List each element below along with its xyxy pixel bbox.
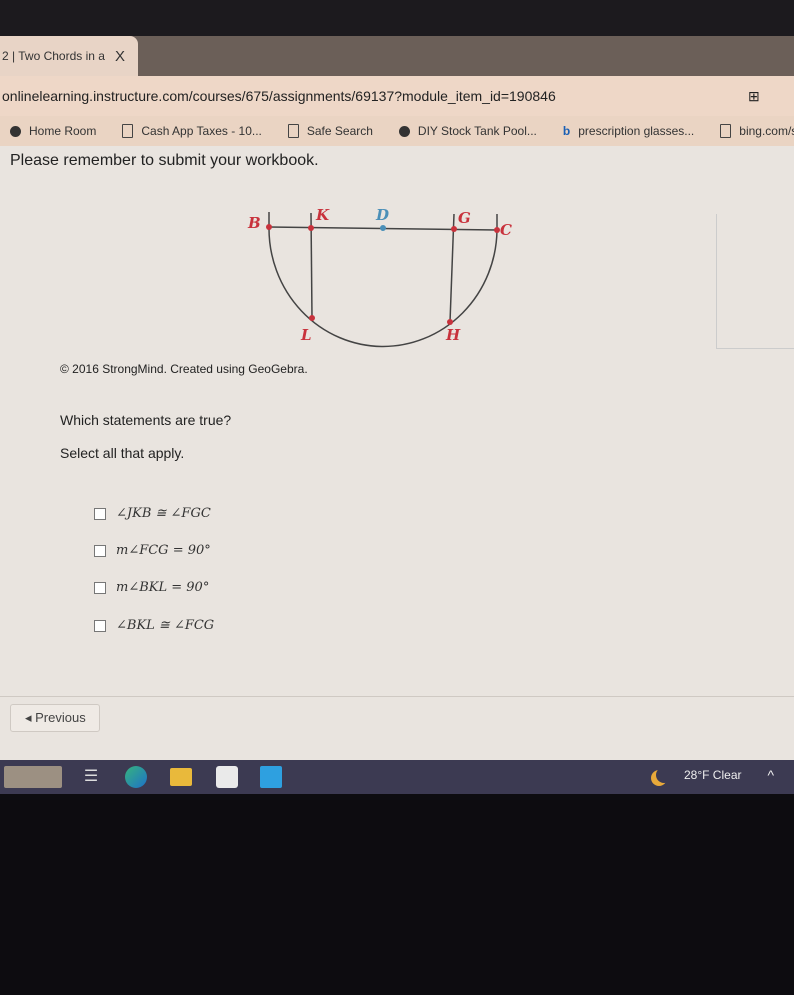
checkbox[interactable]	[94, 619, 106, 632]
bookmarks-bar: Home Room Cash App Taxes - 10... Safe Se…	[0, 116, 794, 146]
label-c: C	[500, 221, 512, 239]
edge-icon[interactable]	[125, 766, 147, 788]
label-b: B	[247, 214, 261, 232]
url-text: onlinelearning.instructure.com/courses/6…	[2, 88, 556, 104]
point-h	[447, 319, 453, 325]
checkbox[interactable]	[94, 544, 106, 557]
screen-bezel	[0, 0, 794, 38]
side-panel	[716, 214, 794, 349]
close-tab-icon[interactable]: X	[115, 48, 125, 65]
label-g: G	[458, 209, 471, 227]
store-icon[interactable]	[216, 766, 238, 788]
bookmark-cash-app[interactable]: Cash App Taxes - 10...	[122, 124, 262, 138]
browser-tab[interactable]: 2 | Two Chords in a X	[0, 36, 138, 76]
label-d: D	[375, 206, 389, 224]
bookmark-prescription[interactable]: b prescription glasses...	[563, 124, 694, 138]
label-k: K	[315, 206, 330, 224]
option-4[interactable]: ∠BKL ≅ ∠FCG	[94, 618, 214, 633]
chevron-up-icon[interactable]: ^	[768, 767, 775, 783]
point-b	[266, 224, 272, 230]
tab-title: 2 | Two Chords in a	[2, 49, 105, 63]
extensions-icon[interactable]: ⊞	[748, 88, 760, 105]
bookmark-safe-search[interactable]: Safe Search	[287, 124, 373, 138]
site-icon	[398, 125, 410, 137]
bing-icon: b	[562, 124, 571, 138]
point-d	[380, 225, 386, 231]
task-view-icon[interactable]: ☰	[80, 766, 102, 788]
instruction-text: Select all that apply.	[60, 445, 185, 461]
bookmark-diy-pool[interactable]: DIY Stock Tank Pool...	[398, 124, 537, 138]
document-icon	[720, 124, 732, 138]
globe-icon	[10, 125, 21, 137]
address-bar[interactable]: onlinelearning.instructure.com/courses/6…	[0, 76, 794, 116]
previous-button[interactable]: ◂ Previous	[10, 704, 100, 732]
chords-diagram: B K D G C L H	[247, 206, 512, 348]
checkbox[interactable]	[94, 507, 106, 520]
search-icon	[287, 124, 299, 138]
point-k	[308, 225, 314, 231]
option-2[interactable]: m∠FCG = 90°	[94, 543, 211, 558]
taskbar: ☰ 28°F Clear ^	[0, 760, 794, 794]
page-content: Please remember to submit your workbook.…	[0, 146, 794, 760]
mail-icon[interactable]	[260, 766, 282, 788]
moon-icon	[656, 767, 672, 783]
checkbox[interactable]	[94, 581, 106, 594]
question-text: Which statements are true?	[60, 412, 232, 428]
bookmark-bing[interactable]: bing.com/search	[720, 124, 794, 138]
document-icon	[122, 124, 134, 138]
weather-widget[interactable]: 28°F Clear ^	[650, 767, 774, 783]
label-h: H	[445, 326, 461, 344]
label-l: L	[300, 326, 312, 344]
file-explorer-icon[interactable]	[170, 768, 192, 786]
option-3[interactable]: m∠BKL = 90°	[94, 580, 209, 595]
point-g	[451, 226, 457, 232]
divider	[0, 696, 794, 697]
option-1[interactable]: ∠JKB ≅ ∠FGC	[94, 506, 211, 521]
search-widget-icon[interactable]	[4, 766, 62, 788]
diagram-credit: © 2016 StrongMind. Created using GeoGebr…	[60, 362, 308, 376]
point-l	[309, 315, 315, 321]
bookmark-home-room[interactable]: Home Room	[10, 124, 96, 138]
weather-text: 28°F Clear	[684, 768, 742, 782]
